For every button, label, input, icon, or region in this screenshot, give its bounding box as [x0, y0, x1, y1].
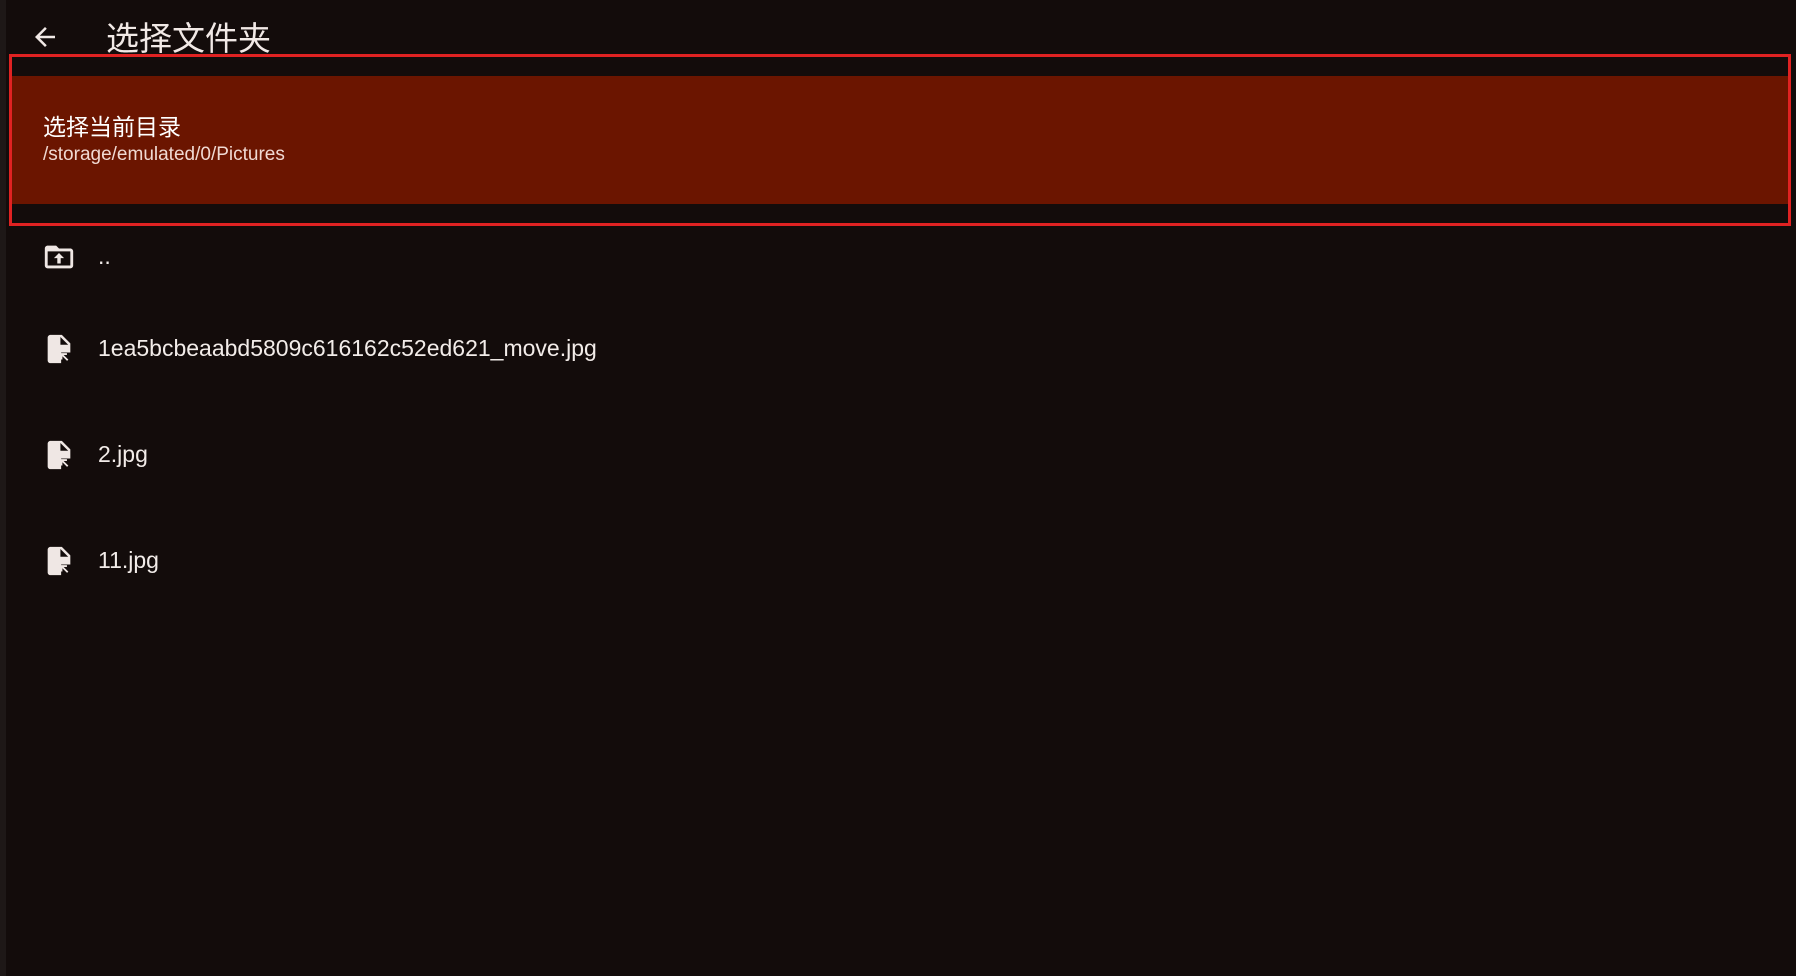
list-item-file[interactable]: 2.jpg	[0, 408, 1796, 498]
list-item-name: 2.jpg	[98, 441, 148, 467]
file-move-icon	[42, 332, 76, 366]
list-item-name: ..	[98, 243, 111, 269]
list-item-name: 1ea5bcbeaabd5809c616162c52ed621_move.jpg	[98, 335, 597, 361]
arrow-back-icon	[35, 27, 55, 47]
list-item-file[interactable]: 1ea5bcbeaabd5809c616162c52ed621_move.jpg	[0, 302, 1796, 392]
list-item-file[interactable]: 11.jpg	[0, 514, 1796, 604]
list-item-name: 11.jpg	[98, 547, 159, 573]
file-move-icon	[42, 544, 76, 578]
folder-up-icon	[42, 240, 76, 274]
file-move-icon	[42, 438, 76, 472]
list-item-parent-folder[interactable]: ..	[0, 210, 1796, 300]
folder-picker-screen: 选择文件夹 选择当前目录 /storage/emulated/0/Picture…	[0, 0, 1796, 976]
highlight-box	[9, 54, 1791, 226]
